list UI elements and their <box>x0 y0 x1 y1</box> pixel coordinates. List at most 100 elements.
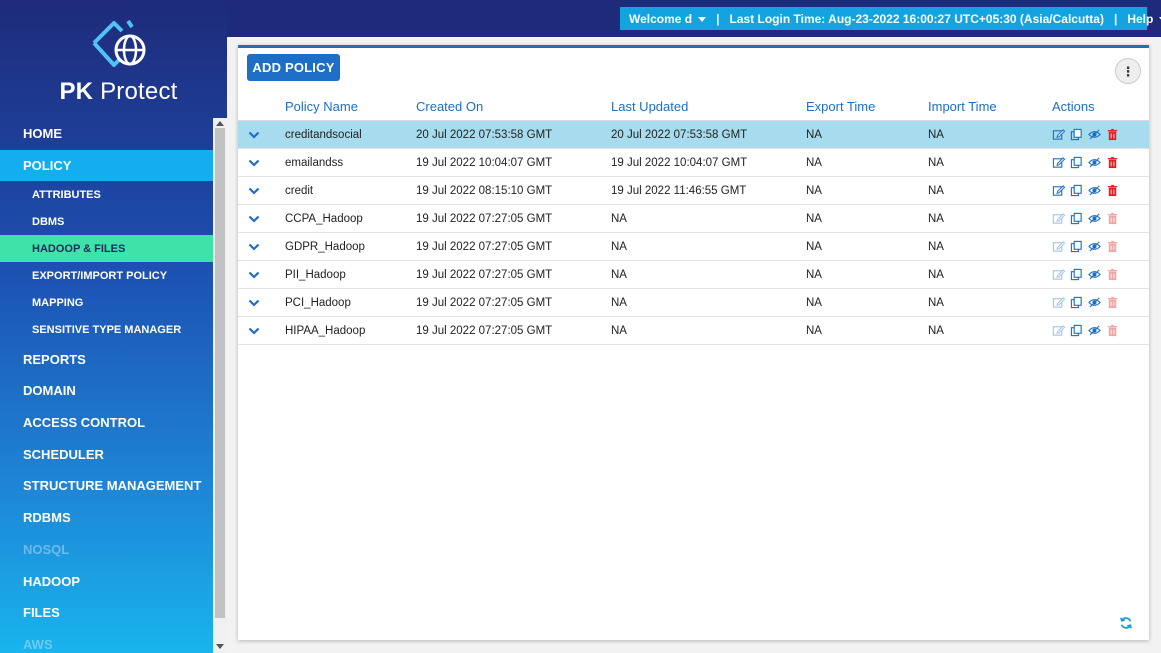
export-time-cell: NA <box>806 241 928 253</box>
view-icon[interactable] <box>1088 128 1101 141</box>
user-info-bar: Welcome d | Last Login Time: Aug-23-2022… <box>620 7 1147 30</box>
delete-icon[interactable] <box>1106 268 1119 281</box>
delete-icon[interactable] <box>1106 184 1119 197</box>
delete-icon[interactable] <box>1106 212 1119 225</box>
sidebar-item-home[interactable]: HOME <box>0 118 213 150</box>
table-row[interactable]: emailandss19 Jul 2022 10:04:07 GMT19 Jul… <box>238 149 1149 177</box>
table-row[interactable]: HIPAA_Hadoop19 Jul 2022 07:27:05 GMTNANA… <box>238 317 1149 345</box>
scroll-thumb[interactable] <box>215 128 225 618</box>
delete-icon[interactable] <box>1106 156 1119 169</box>
policy-name-cell: credit <box>285 185 416 197</box>
refresh-icon[interactable] <box>1119 616 1133 630</box>
copy-icon[interactable] <box>1070 240 1083 253</box>
expand-row-button[interactable] <box>238 299 285 307</box>
created-on-cell: 20 Jul 2022 07:53:58 GMT <box>416 129 611 141</box>
copy-icon[interactable] <box>1070 128 1083 141</box>
policy-name-cell: creditandsocial <box>285 129 416 141</box>
expand-row-button[interactable] <box>238 159 285 167</box>
edit-icon[interactable] <box>1052 184 1065 197</box>
row-actions <box>1052 156 1149 169</box>
header-last-updated[interactable]: Last Updated <box>611 99 806 114</box>
edit-icon[interactable] <box>1052 324 1065 337</box>
logo-text: PK Protect <box>0 78 227 106</box>
add-policy-button[interactable]: ADD POLICY <box>247 54 340 81</box>
policy-name-cell: PCI_Hadoop <box>285 297 416 309</box>
sidebar-item-scheduler[interactable]: SCHEDULER <box>0 438 213 470</box>
edit-icon[interactable] <box>1052 128 1065 141</box>
more-options-icon[interactable]: ⋮ <box>1115 58 1141 84</box>
expand-row-button[interactable] <box>238 187 285 195</box>
sidebar-item-access-control[interactable]: ACCESS CONTROL <box>0 407 213 439</box>
export-time-cell: NA <box>806 157 928 169</box>
sidebar-item-hadoop[interactable]: HADOOP <box>0 565 213 597</box>
view-icon[interactable] <box>1088 156 1101 169</box>
export-time-cell: NA <box>806 297 928 309</box>
edit-icon[interactable] <box>1052 240 1065 253</box>
edit-icon[interactable] <box>1052 212 1065 225</box>
scroll-up-arrow-icon[interactable] <box>216 121 224 126</box>
sidebar-subitem-mapping[interactable]: MAPPING <box>0 289 213 316</box>
last-updated-cell: 19 Jul 2022 11:46:55 GMT <box>611 185 806 197</box>
view-icon[interactable] <box>1088 240 1101 253</box>
delete-icon[interactable] <box>1106 128 1119 141</box>
view-icon[interactable] <box>1088 268 1101 281</box>
edit-icon[interactable] <box>1052 296 1065 309</box>
policy-name-cell: HIPAA_Hadoop <box>285 325 416 337</box>
expand-row-button[interactable] <box>238 243 285 251</box>
edit-icon[interactable] <box>1052 156 1065 169</box>
view-icon[interactable] <box>1088 324 1101 337</box>
sidebar-item-domain[interactable]: DOMAIN <box>0 375 213 407</box>
table-row[interactable]: PCI_Hadoop19 Jul 2022 07:27:05 GMTNANANA <box>238 289 1149 317</box>
sidebar-item-rdbms[interactable]: RDBMS <box>0 502 213 534</box>
sidebar-subitem-attributes[interactable]: ATTRIBUTES <box>0 181 213 208</box>
sidebar-scrollbar[interactable] <box>213 118 227 653</box>
export-time-cell: NA <box>806 325 928 337</box>
welcome-dropdown[interactable]: Welcome d <box>629 12 706 26</box>
copy-icon[interactable] <box>1070 268 1083 281</box>
copy-icon[interactable] <box>1070 184 1083 197</box>
header-import-time[interactable]: Import Time <box>928 99 1052 114</box>
main-content: ADD POLICY ⋮ Policy Name Created On Last… <box>227 37 1161 653</box>
copy-icon[interactable] <box>1070 324 1083 337</box>
table-row[interactable]: credit19 Jul 2022 08:15:10 GMT19 Jul 202… <box>238 177 1149 205</box>
copy-icon[interactable] <box>1070 156 1083 169</box>
expand-row-button[interactable] <box>238 131 285 139</box>
copy-icon[interactable] <box>1070 296 1083 309</box>
sidebar-item-structure-management[interactable]: STRUCTURE MANAGEMENT <box>0 470 213 502</box>
created-on-cell: 19 Jul 2022 07:27:05 GMT <box>416 269 611 281</box>
row-actions <box>1052 184 1149 197</box>
sidebar-subitem-export-import-policy[interactable]: EXPORT/IMPORT POLICY <box>0 262 213 289</box>
sidebar-subitem-sensitive-type-manager[interactable]: SENSITIVE TYPE MANAGER <box>0 316 213 343</box>
view-icon[interactable] <box>1088 212 1101 225</box>
header-created-on[interactable]: Created On <box>416 99 611 114</box>
sidebar-item-policy[interactable]: POLICY <box>0 150 213 182</box>
expand-row-button[interactable] <box>238 271 285 279</box>
help-dropdown[interactable]: Help <box>1127 12 1161 26</box>
expand-row-button[interactable] <box>238 215 285 223</box>
separator: | <box>716 12 719 26</box>
sidebar-item-reports[interactable]: REPORTS <box>0 343 213 375</box>
table-row[interactable]: CCPA_Hadoop19 Jul 2022 07:27:05 GMTNANAN… <box>238 205 1149 233</box>
edit-icon[interactable] <box>1052 268 1065 281</box>
header-export-time[interactable]: Export Time <box>806 99 928 114</box>
sidebar-subitem-hadoop-files[interactable]: HADOOP & FILES <box>0 235 213 262</box>
delete-icon[interactable] <box>1106 296 1119 309</box>
last-updated-cell: 19 Jul 2022 10:04:07 GMT <box>611 157 806 169</box>
import-time-cell: NA <box>928 297 1052 309</box>
view-icon[interactable] <box>1088 184 1101 197</box>
table-row[interactable]: creditandsocial20 Jul 2022 07:53:58 GMT2… <box>238 121 1149 149</box>
scroll-down-arrow-icon[interactable] <box>216 644 224 649</box>
sidebar-subitem-dbms[interactable]: DBMS <box>0 208 213 235</box>
sidebar-item-files[interactable]: FILES <box>0 597 213 629</box>
table-row[interactable]: GDPR_Hadoop19 Jul 2022 07:27:05 GMTNANAN… <box>238 233 1149 261</box>
expand-row-button[interactable] <box>238 327 285 335</box>
table-row[interactable]: PII_Hadoop19 Jul 2022 07:27:05 GMTNANANA <box>238 261 1149 289</box>
chevron-down-icon <box>248 215 260 223</box>
copy-icon[interactable] <box>1070 212 1083 225</box>
delete-icon[interactable] <box>1106 240 1119 253</box>
delete-icon[interactable] <box>1106 324 1119 337</box>
chevron-down-icon <box>248 327 260 335</box>
header-policy-name[interactable]: Policy Name <box>285 99 416 114</box>
view-icon[interactable] <box>1088 296 1101 309</box>
chevron-down-icon <box>248 131 260 139</box>
